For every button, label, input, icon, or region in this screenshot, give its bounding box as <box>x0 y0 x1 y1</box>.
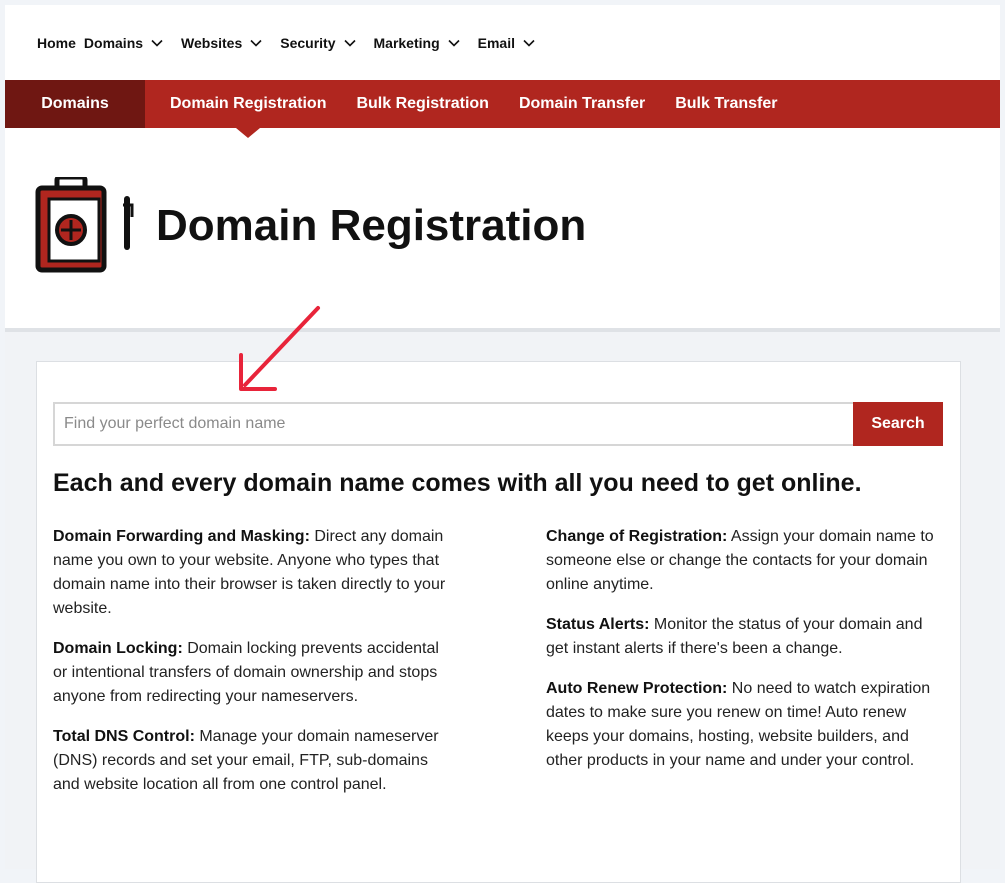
feature-item: Domain Forwarding and Masking: Direct an… <box>53 525 453 621</box>
sub-nav: Domains Domain Registration Bulk Registr… <box>5 80 1000 138</box>
feature-item: Auto Renew Protection: No need to watch … <box>546 677 946 773</box>
chevron-down-icon <box>151 39 163 47</box>
page: Home Domains Websites Security Marketing… <box>5 5 1000 883</box>
feature-item: Total DNS Control: Manage your domain na… <box>53 725 453 797</box>
search-button[interactable]: Search <box>853 402 943 446</box>
tab-domain-transfer[interactable]: Domain Transfer <box>504 80 660 128</box>
feature-title: Status Alerts: <box>546 616 650 633</box>
tab-domain-registration[interactable]: Domain Registration <box>155 80 341 138</box>
top-nav-label: Domains <box>83 34 144 51</box>
feature-item: Domain Locking: Domain locking prevents … <box>53 637 453 709</box>
top-nav-label: Marketing <box>373 34 440 51</box>
feature-item: Status Alerts: Monitor the status of you… <box>546 613 946 661</box>
features-left-column: Domain Forwarding and Masking: Direct an… <box>53 525 453 813</box>
top-nav-marketing[interactable]: Marketing <box>374 35 460 51</box>
top-nav-label: Security <box>280 34 336 51</box>
sub-nav-section-domains[interactable]: Domains <box>5 80 145 128</box>
feature-title: Auto Renew Protection: <box>546 680 728 697</box>
top-nav: Home Domains Websites Security Marketing… <box>5 5 1000 80</box>
tab-bulk-transfer[interactable]: Bulk Transfer <box>660 80 792 128</box>
features-right-column: Change of Registration: Assign your doma… <box>546 525 946 789</box>
search-input[interactable] <box>53 402 861 446</box>
chevron-down-icon <box>523 39 535 47</box>
annotation-arrow-icon <box>239 306 320 391</box>
chevron-down-icon <box>250 39 262 47</box>
top-nav-label: Home <box>37 34 76 51</box>
feature-title: Change of Registration: <box>546 528 728 545</box>
top-nav-domains[interactable]: Domains <box>84 35 163 51</box>
feature-title: Total DNS Control: <box>53 728 195 745</box>
top-nav-label: Email <box>477 34 515 51</box>
feature-title: Domain Locking: <box>53 640 183 657</box>
chevron-down-icon <box>448 39 460 47</box>
top-nav-security[interactable]: Security <box>280 34 356 51</box>
feature-item: Change of Registration: Assign your doma… <box>546 525 946 597</box>
domain-registration-icon <box>35 177 134 273</box>
chevron-down-icon <box>343 39 356 47</box>
top-nav-websites[interactable]: Websites <box>181 35 262 51</box>
top-nav-label: Websites <box>181 34 243 51</box>
tab-bulk-registration[interactable]: Bulk Registration <box>341 80 503 128</box>
feature-title: Domain Forwarding and Masking: <box>53 528 310 545</box>
top-nav-home[interactable]: Home <box>37 35 76 51</box>
page-title: Domain Registration <box>156 201 587 250</box>
features-headline: Each and every domain name comes with al… <box>53 469 862 497</box>
top-nav-email[interactable]: Email <box>478 35 535 51</box>
